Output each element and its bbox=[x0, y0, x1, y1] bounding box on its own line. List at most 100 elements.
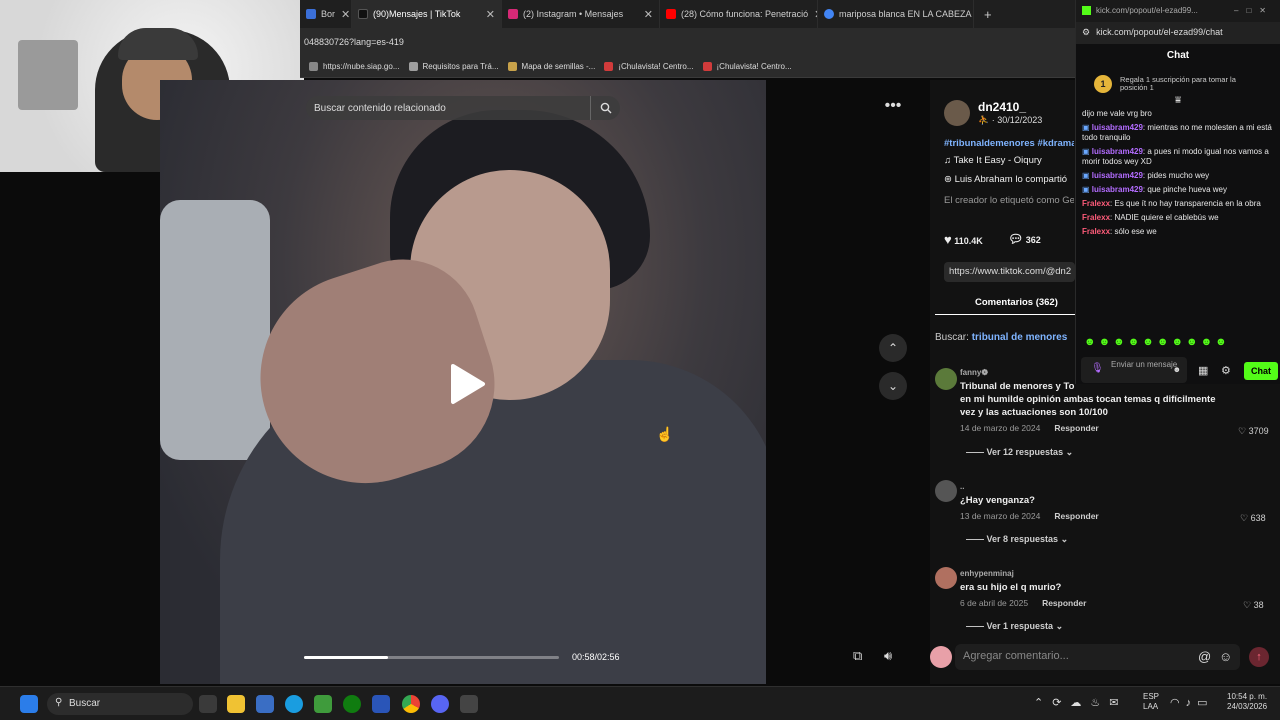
emoji-icon[interactable]: ☺ bbox=[1219, 649, 1232, 664]
comment-username[interactable]: .. bbox=[960, 482, 1220, 491]
emote-row[interactable]: ☻☻☻☻☻☻☻☻☻☻ bbox=[1084, 336, 1230, 348]
video-progress-fill bbox=[304, 656, 389, 659]
sub-badge-icon: ▣ bbox=[1082, 123, 1092, 132]
comment-text: ¿Hay venganza? bbox=[960, 495, 1035, 506]
popout-url[interactable]: ⚙ kick.com/popout/el-ezad99/chat bbox=[1076, 22, 1280, 44]
send-comment-button[interactable]: ↑ bbox=[1249, 647, 1269, 667]
tab-google[interactable]: mariposa blanca EN LA CABEZA✕ bbox=[818, 0, 974, 28]
store-icon[interactable]: ▦ bbox=[1198, 364, 1208, 377]
avatar[interactable] bbox=[935, 368, 957, 390]
previous-video-button[interactable]: ⌃ bbox=[879, 334, 907, 362]
mention-icon[interactable]: @ bbox=[1198, 649, 1211, 664]
bookmark-item[interactable]: https://nube.siap.go... bbox=[309, 62, 400, 71]
task-view-icon[interactable] bbox=[199, 695, 217, 713]
google-icon bbox=[824, 9, 834, 19]
tab-instagram[interactable]: (2) Instagram • Mensajes ✕ bbox=[502, 0, 660, 28]
pinned-gift-banner[interactable]: 1 Regala 1 suscripción para tomar la pos… bbox=[1086, 71, 1270, 97]
comment-item: .. ¿Hay venganza? 13 de marzo de 2024 Res… bbox=[960, 482, 1220, 521]
video-background-car bbox=[160, 200, 270, 460]
post-hashtags[interactable]: #tribunaldemenores #kdrama bbox=[944, 138, 1074, 149]
collapse-icon[interactable]: ⩸ bbox=[1076, 96, 1280, 106]
post-shared-by: ⊛ Luis Abraham lo compartió bbox=[944, 174, 1068, 185]
close-icon[interactable]: ✕ bbox=[808, 8, 817, 21]
reply-button[interactable]: Responder bbox=[1042, 598, 1086, 608]
chat-message: Fralexx: sólo ese we bbox=[1082, 227, 1157, 236]
tab-youtube[interactable]: (28) Cómo funciona: Penetració✕ bbox=[660, 0, 818, 28]
avatar[interactable] bbox=[935, 480, 957, 502]
emoji-icon[interactable]: ☻ bbox=[1173, 365, 1181, 374]
instagram-icon bbox=[508, 9, 518, 19]
comment-username[interactable]: enhypenminaj bbox=[960, 569, 1220, 578]
post-link[interactable]: https://www.tiktok.com/@dn2 bbox=[944, 262, 1075, 282]
chat-message-input[interactable]: 🎙︎ Enviar un mensaje ☻ bbox=[1081, 357, 1187, 383]
settings-sliders-icon: ⚙ bbox=[1082, 27, 1091, 37]
window-controls[interactable]: –□✕ bbox=[1234, 6, 1274, 22]
comment-like-button[interactable]: ♡ 3709 bbox=[1238, 426, 1269, 437]
video-progress-bar[interactable] bbox=[304, 656, 559, 659]
bookmark-icon bbox=[309, 62, 318, 71]
tab-bor[interactable]: Bor ✕ bbox=[300, 0, 352, 28]
like-button[interactable]: ♥ 110.4K bbox=[944, 232, 983, 247]
network-volume-battery-icons[interactable]: ◠♪▭ bbox=[1170, 696, 1214, 709]
edge-icon[interactable] bbox=[285, 695, 303, 713]
kick-chat-popout: kick.com/popout/el-ezad99... –□✕ ⚙ kick.c… bbox=[1075, 0, 1280, 384]
pip-icon[interactable]: ⧉ bbox=[853, 648, 862, 664]
new-tab-button[interactable]: + bbox=[974, 7, 1002, 22]
word-icon[interactable] bbox=[372, 695, 390, 713]
play-icon[interactable] bbox=[447, 362, 487, 406]
address-bar[interactable]: 04883072​6?lang=es-419 bbox=[300, 28, 1075, 56]
related-search-input[interactable]: Buscar contenido relacionado bbox=[306, 96, 620, 120]
chat-message: ▣ luisabram429: que pinche hueva wey bbox=[1082, 185, 1227, 194]
search-icon: ⚲ bbox=[55, 697, 63, 708]
close-icon[interactable]: ✕ bbox=[638, 8, 653, 21]
comment-button[interactable]: 💬︎ 362 bbox=[1008, 232, 1041, 246]
clock[interactable]: 10:54 p. m. 24/03/2026 bbox=[1227, 692, 1267, 712]
avatar[interactable] bbox=[944, 100, 970, 126]
view-replies-button[interactable]: —— Ver 1 respuesta ⌄ bbox=[966, 621, 1063, 632]
chrome-icon[interactable] bbox=[402, 695, 420, 713]
bookmark-item[interactable]: ¡Chulavista! Centro... bbox=[604, 62, 694, 71]
more-options-icon[interactable]: ••• bbox=[879, 92, 907, 120]
view-replies-button[interactable]: —— Ver 8 respuestas ⌄ bbox=[966, 534, 1068, 545]
post-username[interactable]: dn2410_ bbox=[978, 100, 1026, 114]
post-music[interactable]: ♫ Take It Easy - Oiqury bbox=[944, 155, 1042, 166]
bookmark-item[interactable]: ¡Chulavista! Centro... bbox=[702, 62, 792, 71]
reply-button[interactable]: Responder bbox=[1054, 511, 1098, 521]
minecraft-icon[interactable] bbox=[314, 695, 332, 713]
video-timecode: 00:58/02:56 bbox=[572, 652, 620, 662]
avatar[interactable] bbox=[935, 567, 957, 589]
comment-like-button[interactable]: ♡ 38 bbox=[1243, 600, 1264, 611]
tab-tiktok[interactable]: (90)Mensajes | TikTok ✕ bbox=[352, 0, 502, 28]
reply-button[interactable]: Responder bbox=[1054, 423, 1098, 433]
windows-start-icon[interactable] bbox=[20, 695, 38, 713]
discord-icon[interactable] bbox=[431, 695, 449, 713]
tab-comments[interactable]: Comentarios (362) bbox=[975, 297, 1058, 308]
youtube-icon bbox=[666, 9, 676, 19]
comment-search[interactable]: Buscar: tribunal de menores bbox=[935, 332, 1067, 343]
comment-like-button[interactable]: ♡ 638 bbox=[1240, 513, 1266, 524]
volume-icon[interactable]: 🔊︎ bbox=[884, 648, 892, 664]
search-icon[interactable] bbox=[590, 96, 620, 120]
file-explorer-icon[interactable] bbox=[227, 695, 245, 713]
close-icon[interactable]: ✕ bbox=[335, 8, 350, 21]
close-icon[interactable]: ✕ bbox=[480, 8, 495, 21]
next-video-button[interactable]: ⌄ bbox=[879, 372, 907, 400]
comment-meta: 14 de marzo de 2024 Responder bbox=[960, 423, 1099, 433]
bookmark-icon bbox=[604, 62, 614, 71]
tray-icons[interactable]: ⌃⟳☁♨✉ bbox=[1034, 696, 1128, 709]
app-icon[interactable] bbox=[460, 695, 478, 713]
store-icon[interactable] bbox=[256, 695, 274, 713]
avatar bbox=[930, 646, 952, 668]
language-indicator[interactable]: ESP LAA bbox=[1143, 692, 1159, 712]
bookmark-item[interactable]: Mapa de semillas -... bbox=[507, 62, 595, 71]
chat-message: Fralexx: NADIE quiere el cablebús we bbox=[1082, 213, 1219, 222]
xbox-icon[interactable] bbox=[343, 695, 361, 713]
webcam-hat bbox=[118, 28, 198, 60]
bookmark-item[interactable]: Requisitos para Trá... bbox=[408, 62, 499, 71]
windows-taskbar: ⚲ Buscar ⌃⟳☁♨✉ ESP LAA ◠♪▭ 10:54 p. m. 24/0… bbox=[0, 686, 1280, 720]
chat-send-button[interactable]: Chat bbox=[1244, 362, 1278, 380]
gear-icon[interactable]: ⚙ bbox=[1221, 364, 1231, 377]
taskbar-search[interactable]: ⚲ Buscar bbox=[47, 693, 193, 715]
view-replies-button[interactable]: —— Ver 12 respuestas ⌄ bbox=[966, 447, 1073, 458]
comment-meta: 6 de abril de 2025 Responder bbox=[960, 598, 1087, 608]
